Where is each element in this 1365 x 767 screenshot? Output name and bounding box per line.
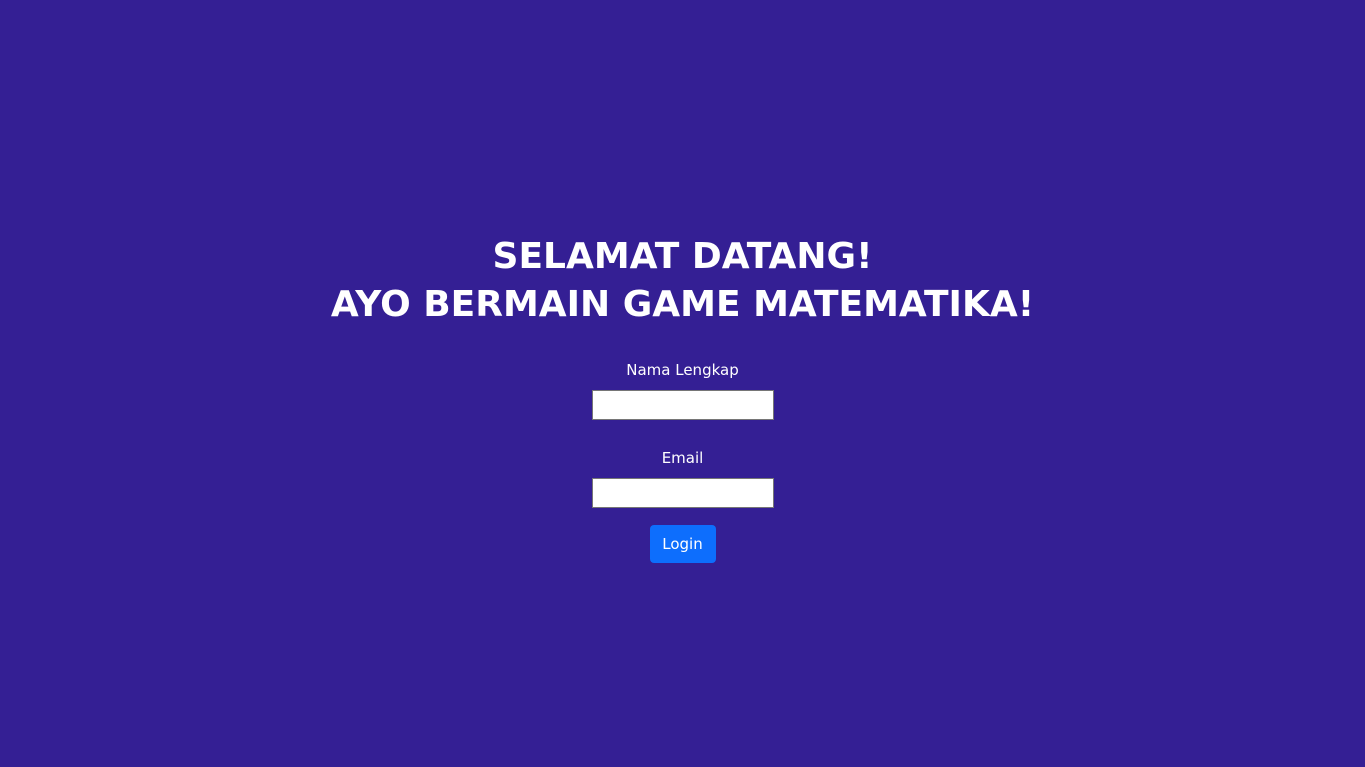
login-button[interactable]: Login — [649, 525, 716, 563]
page-title: SELAMAT DATANG! AYO BERMAIN GAME MATEMAT… — [0, 233, 1365, 329]
name-input[interactable] — [591, 390, 774, 420]
page-title-line-1: SELAMAT DATANG! — [492, 236, 873, 277]
login-form: Nama Lengkap Email Login — [0, 360, 1365, 563]
email-input[interactable] — [591, 478, 774, 508]
page-title-line-2: AYO BERMAIN GAME MATEMATIKA! — [330, 284, 1035, 325]
name-label: Nama Lengkap — [626, 361, 739, 379]
login-page: SELAMAT DATANG! AYO BERMAIN GAME MATEMAT… — [0, 0, 1365, 767]
email-label: Email — [661, 449, 704, 467]
